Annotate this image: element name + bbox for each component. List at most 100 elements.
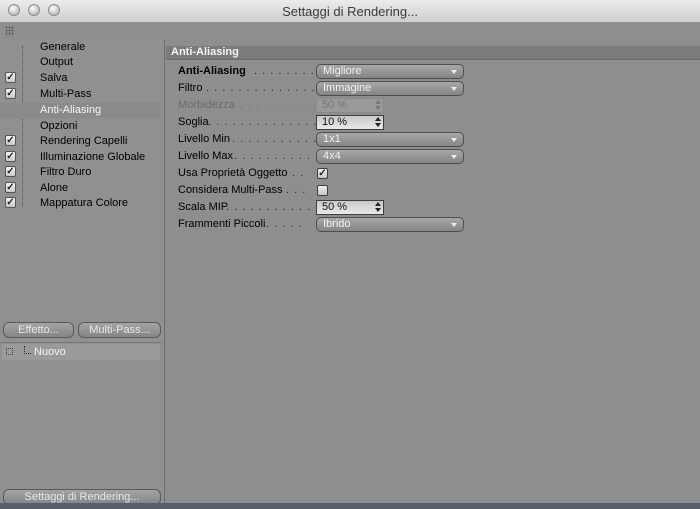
stepper-value: 50 % (322, 201, 348, 213)
section-title: Anti-Aliasing (171, 46, 239, 58)
stepper-icon[interactable] (375, 202, 381, 213)
check-icon[interactable]: ✓ (5, 151, 16, 162)
check-icon[interactable]: ✓ (5, 88, 16, 99)
dropdown-value: Immagine (323, 82, 372, 94)
livello-max-dropdown[interactable]: 4x4 (316, 149, 464, 164)
tree-item-nuovo[interactable]: Nuovo (2, 344, 160, 360)
tree-item-label: Nuovo (34, 346, 66, 358)
sidebar-item-label: Mappatura Colore (40, 197, 129, 209)
sidebar-item-multi-pass[interactable]: ✓ Multi-Pass (0, 87, 160, 102)
param-row-anti-aliasing: Anti-Aliasing . . . . . . . . Migliore (178, 64, 468, 79)
frammenti-piccoli-dropdown[interactable]: Ibrido (316, 217, 464, 232)
param-label: Scala MIP (178, 201, 229, 213)
sidebar-item-alone[interactable]: ✓ Alone (0, 181, 160, 196)
leader-dots: . . . . . . . . . . . (234, 150, 320, 162)
param-row-livello-max: Livello Max . . . . . . . . . . . 4x4 (178, 149, 468, 164)
leader-dots: . . . (286, 184, 307, 196)
leader-dots: . . . . . . . . . . . . (232, 133, 326, 145)
sidebar-item-anti-aliasing[interactable]: Anti-Aliasing (0, 103, 160, 118)
param-row-morbidezza: Morbidezza . . . . . . . . . . . 50 % (178, 98, 468, 113)
sidebar-item-label: Salva (40, 72, 68, 84)
dropdown-value: Migliore (323, 65, 362, 77)
settings-sidebar: Generale Output ✓ Salva ✓ Multi-Pass Ant… (0, 40, 165, 509)
sidebar-item-mappatura-colore[interactable]: ✓ Mappatura Colore (0, 196, 160, 211)
usa-proprieta-oggetto-checkbox[interactable]: ✓ (317, 168, 328, 179)
dropdown-value: 4x4 (323, 150, 341, 162)
check-icon[interactable]: ✓ (5, 182, 16, 193)
leader-dots: . . . . . . . . . . . (240, 99, 326, 111)
sidebar-item-label: Anti-Aliasing (40, 104, 102, 116)
morbidezza-stepper: 50 % (316, 98, 384, 113)
considera-multi-pass-checkbox[interactable] (317, 185, 328, 196)
leader-dots: . . . . . (266, 218, 303, 230)
livello-min-dropdown[interactable]: 1x1 (316, 132, 464, 147)
chevron-down-icon (451, 138, 457, 142)
anti-aliasing-panel: Anti-Aliasing Anti-Aliasing . . . . . . … (166, 40, 700, 509)
stepper-value: 50 % (322, 99, 348, 111)
param-label: Frammenti Piccoli (178, 218, 266, 230)
divider (0, 342, 162, 343)
check-icon[interactable]: ✓ (5, 166, 16, 177)
chevron-down-icon (451, 223, 457, 227)
sidebar-item-label: Generale (40, 41, 86, 53)
sidebar-item-label: Alone (40, 182, 69, 194)
sidebar-item-label: Rendering Capelli (40, 135, 128, 147)
sidebar-item-rendering-capelli[interactable]: ✓ Rendering Capelli (0, 134, 160, 149)
chevron-down-icon (451, 70, 457, 74)
sidebar-item-label: Opzioni (40, 120, 78, 132)
param-label: Soglia (178, 116, 209, 128)
check-icon[interactable]: ✓ (5, 135, 16, 146)
sidebar-item-label: Output (40, 56, 74, 68)
leader-dots: . . . . . . . . . . . . . (226, 201, 328, 213)
dropdown-value: 1x1 (323, 133, 341, 145)
leader-dots: . . . . . . . . . . . . . . . (208, 116, 326, 128)
grip-icon[interactable] (5, 26, 14, 36)
param-label: Usa Proprietà Oggetto (178, 167, 288, 179)
render-settings-window: Settaggi di Rendering... Generale Output… (0, 0, 700, 509)
sidebar-item-generale[interactable]: Generale (0, 40, 160, 55)
stepper-icon[interactable] (375, 117, 381, 128)
param-label: Anti-Aliasing (178, 65, 246, 77)
param-row-soglia: Soglia . . . . . . . . . . . . . . . 10 … (178, 115, 468, 130)
param-row-usa-proprieta-oggetto: Usa Proprietà Oggetto . . ✓ (178, 166, 468, 181)
param-label: Livello Min (178, 133, 230, 145)
param-row-considera-multi-pass: Considera Multi-Pass . . . (178, 183, 468, 198)
sidebar-item-filtro-duro[interactable]: ✓ Filtro Duro (0, 165, 160, 180)
sidebar-item-opzioni[interactable]: Opzioni (0, 119, 160, 134)
chevron-down-icon (451, 87, 457, 91)
param-label: Filtro (178, 82, 203, 94)
leader-dots: . . . . . . . . (254, 65, 315, 77)
multi-pass-button[interactable]: Multi-Pass... (78, 322, 161, 338)
sidebar-item-label: Filtro Duro (40, 166, 92, 178)
dropdown-value: Ibrido (323, 218, 351, 230)
effect-button[interactable]: Effetto... (3, 322, 74, 338)
expand-icon[interactable] (6, 348, 13, 355)
param-label: Considera Multi-Pass (178, 184, 283, 196)
check-icon[interactable]: ✓ (5, 72, 16, 83)
filtro-dropdown[interactable]: Immagine (316, 81, 464, 96)
sidebar-item-illuminazione-globale[interactable]: ✓ Illuminazione Globale (0, 150, 160, 165)
param-row-livello-min: Livello Min . . . . . . . . . . . . 1x1 (178, 132, 468, 147)
stepper-value: 10 % (322, 116, 348, 128)
sidebar-item-label: Illuminazione Globale (40, 151, 146, 163)
sidebar-item-salva[interactable]: ✓ Salva (0, 71, 160, 86)
sidebar-item-label: Multi-Pass (40, 88, 92, 100)
scala-mip-stepper[interactable]: 50 % (316, 200, 384, 215)
title-bar[interactable]: Settaggi di Rendering... (0, 0, 700, 23)
param-row-filtro: Filtro . . . . . . . . . . . . . . . Imm… (178, 81, 468, 96)
param-label: Livello Max (178, 150, 234, 162)
leader-dots: . . (292, 167, 305, 179)
param-label: Morbidezza (178, 99, 235, 111)
sidebar-item-output[interactable]: Output (0, 55, 160, 70)
chevron-down-icon (451, 155, 457, 159)
desktop-background-strip (0, 503, 700, 509)
section-header: Anti-Aliasing (166, 46, 700, 60)
leader-dots: . . . . . . . . . . . . . . . (206, 82, 324, 94)
tree-branch-icon (24, 346, 31, 354)
toolbar-strip (0, 22, 700, 41)
stepper-icon (375, 100, 381, 111)
window-title: Settaggi di Rendering... (282, 4, 418, 19)
check-icon[interactable]: ✓ (5, 197, 16, 208)
soglia-stepper[interactable]: 10 % (316, 115, 384, 130)
anti-aliasing-dropdown[interactable]: Migliore (316, 64, 464, 79)
